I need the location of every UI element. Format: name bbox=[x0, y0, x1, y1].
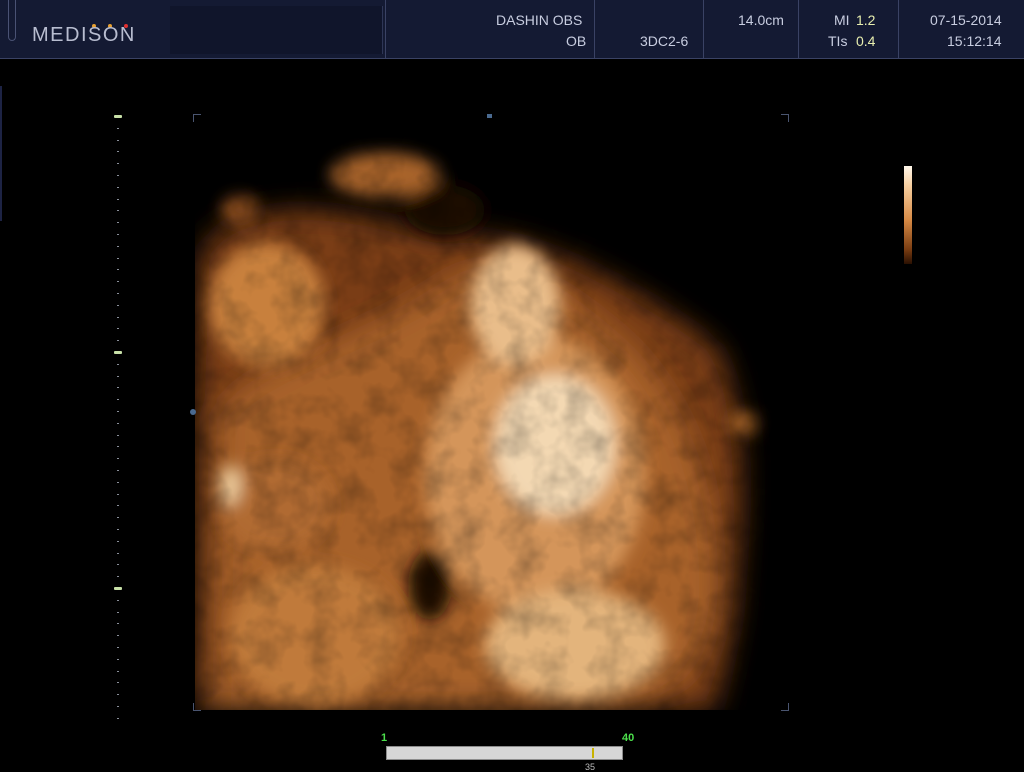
depth-tick bbox=[117, 458, 119, 459]
cine-slider[interactable] bbox=[386, 746, 623, 760]
depth-tick bbox=[117, 435, 119, 436]
mi-label: MI bbox=[834, 12, 850, 28]
depth-tick bbox=[117, 718, 119, 719]
cine-position-indicator[interactable] bbox=[592, 748, 594, 758]
depth-tick bbox=[117, 494, 119, 495]
depth-tick bbox=[117, 246, 119, 247]
roi-corner-bottom-right bbox=[781, 703, 789, 711]
depth-tick bbox=[117, 281, 119, 282]
depth-tick bbox=[117, 328, 119, 329]
depth-tick bbox=[117, 694, 119, 695]
probe-name: 3DC2-6 bbox=[640, 33, 689, 49]
depth-tick bbox=[117, 210, 119, 211]
depth-tick bbox=[117, 411, 119, 412]
roi-corner-top-right bbox=[781, 114, 789, 122]
depth-tick bbox=[117, 706, 119, 707]
depth-tick bbox=[117, 423, 119, 424]
brand-name: MEDISON bbox=[32, 24, 136, 46]
header-edge-tab[interactable] bbox=[8, 0, 16, 41]
depth-tick bbox=[117, 612, 119, 613]
depth-tick bbox=[117, 541, 119, 542]
render-view-image[interactable] bbox=[195, 115, 790, 710]
depth-tick bbox=[117, 659, 119, 660]
depth-tick bbox=[117, 647, 119, 648]
cine-end-label: 40 bbox=[622, 732, 635, 744]
tis-value: 0.4 bbox=[856, 33, 876, 49]
cine-frame-label: 35 bbox=[585, 762, 596, 772]
depth-tick bbox=[117, 199, 119, 200]
depth-tick bbox=[117, 635, 119, 636]
depth-tick bbox=[117, 175, 119, 176]
depth-major-tick bbox=[114, 351, 122, 354]
institution-name: DASHIN OBS bbox=[496, 12, 583, 28]
depth-tick bbox=[117, 623, 119, 624]
depth-tick bbox=[117, 529, 119, 530]
depth-tick bbox=[117, 671, 119, 672]
depth-major-tick bbox=[114, 587, 122, 590]
header-divider bbox=[385, 0, 386, 58]
depth-tick bbox=[117, 517, 119, 518]
gray-map-colorbar bbox=[904, 166, 912, 264]
roi-corner-top-left bbox=[193, 114, 201, 122]
depth-tick bbox=[117, 234, 119, 235]
cine-start-label: 1 bbox=[381, 732, 388, 744]
depth-tick bbox=[117, 387, 119, 388]
header-divider bbox=[703, 0, 704, 58]
depth-tick bbox=[117, 576, 119, 577]
roi-corner-bottom-left bbox=[193, 703, 201, 711]
application-name: OB bbox=[566, 33, 587, 49]
depth-tick bbox=[117, 151, 119, 152]
depth-tick bbox=[117, 682, 119, 683]
depth-tick bbox=[117, 163, 119, 164]
depth-tick bbox=[117, 269, 119, 270]
depth-tick bbox=[117, 600, 119, 601]
depth-tick bbox=[117, 187, 119, 188]
depth-tick bbox=[117, 128, 119, 129]
depth-scale bbox=[112, 115, 124, 726]
depth-major-tick bbox=[114, 115, 122, 118]
focus-marker-icon[interactable] bbox=[487, 114, 492, 118]
tis-label: TIs bbox=[828, 33, 848, 49]
depth-tick bbox=[117, 446, 119, 447]
depth-tick bbox=[117, 293, 119, 294]
depth-tick bbox=[117, 222, 119, 223]
depth-tick bbox=[117, 305, 119, 306]
header-divider bbox=[594, 0, 595, 58]
exam-time: 15:12:14 bbox=[947, 33, 1002, 49]
depth-tick bbox=[117, 317, 119, 318]
depth-tick bbox=[117, 340, 119, 341]
exam-date: 07-15-2014 bbox=[930, 12, 1002, 28]
depth-tick bbox=[117, 564, 119, 565]
mi-value: 1.2 bbox=[856, 12, 876, 28]
depth-tick bbox=[117, 258, 119, 259]
header-divider bbox=[898, 0, 899, 58]
brand-logo: MEDISON bbox=[30, 10, 140, 50]
depth-tick bbox=[117, 553, 119, 554]
patient-info-box[interactable] bbox=[170, 6, 383, 54]
depth-tick bbox=[117, 470, 119, 471]
depth-tick bbox=[117, 140, 119, 141]
side-panel-edge bbox=[0, 86, 2, 221]
depth-tick bbox=[117, 505, 119, 506]
depth-tick bbox=[117, 376, 119, 377]
header-bar: MEDISON DASHIN OBS OB 3DC2-6 14.0cm MI 1… bbox=[0, 0, 1024, 59]
depth-tick bbox=[117, 399, 119, 400]
header-divider bbox=[798, 0, 799, 58]
depth-value: 14.0cm bbox=[738, 12, 784, 28]
orientation-marker-icon[interactable] bbox=[190, 409, 196, 415]
depth-tick bbox=[117, 482, 119, 483]
depth-tick bbox=[117, 364, 119, 365]
